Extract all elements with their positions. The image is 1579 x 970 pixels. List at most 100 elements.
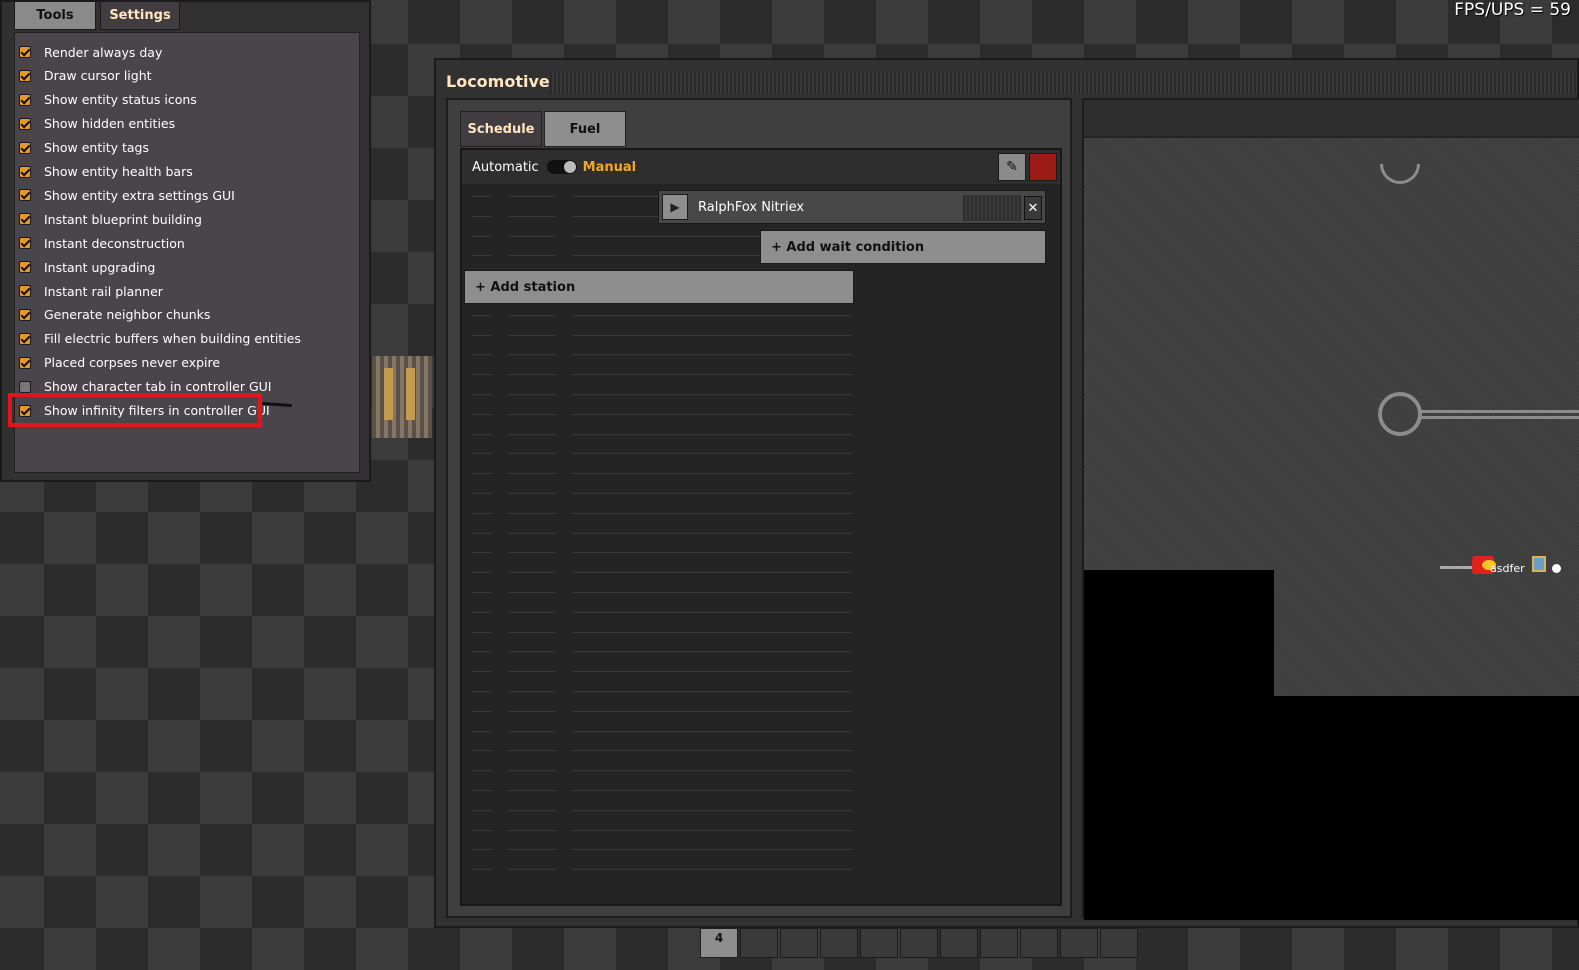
setting-label: Show entity extra settings GUI <box>44 187 235 203</box>
add-wait-condition-button[interactable]: + Add wait condition <box>760 230 1046 264</box>
setting-label: Instant blueprint building <box>44 211 202 227</box>
quickbar-slot[interactable] <box>1100 928 1138 958</box>
position-dot <box>1552 564 1561 573</box>
add-station-button[interactable]: + Add station <box>464 270 854 304</box>
empty-row-line <box>472 334 852 336</box>
uncharted-area <box>1274 696 1579 920</box>
quickbar-slot[interactable] <box>860 928 898 958</box>
setting-row[interactable]: Show entity health bars <box>19 162 193 182</box>
quickbar-page-number[interactable]: 4 <box>700 928 738 958</box>
schedule-frame: Schedule Fuel Automatic Manual ✎ ▶ Ralph… <box>446 98 1072 918</box>
setting-checkbox[interactable] <box>19 93 31 106</box>
tab-settings[interactable]: Settings <box>100 2 180 30</box>
quickbar-slot[interactable] <box>780 928 818 958</box>
station-row[interactable]: ▶ RalphFox Nitriex ✕ <box>658 190 1046 224</box>
empty-row-line <box>472 671 852 673</box>
quickbar-slot[interactable] <box>980 928 1018 958</box>
quickbar-slot[interactable] <box>1060 928 1098 958</box>
empty-row-line <box>472 413 852 415</box>
empty-row-line <box>472 691 852 692</box>
rail-curve <box>1380 164 1420 184</box>
train-name-label: asdfer <box>1490 562 1525 575</box>
setting-row[interactable]: Show hidden entities <box>19 114 175 134</box>
empty-row-line <box>472 532 852 534</box>
quickbar: 4 <box>700 928 1138 970</box>
setting-row[interactable]: Instant deconstruction <box>19 233 185 253</box>
setting-row[interactable]: Generate neighbor chunks <box>19 305 210 325</box>
setting-row[interactable]: Placed corpses never expire <box>19 353 220 373</box>
empty-row-line <box>472 710 852 712</box>
setting-checkbox[interactable] <box>19 69 31 82</box>
rail-track <box>1420 410 1579 419</box>
setting-checkbox[interactable] <box>19 308 31 321</box>
color-picker-button[interactable] <box>1029 153 1057 181</box>
setting-label: Show entity health bars <box>44 164 193 179</box>
setting-row[interactable]: Fill electric buffers when building enti… <box>19 329 301 349</box>
setting-row[interactable]: Show entity extra settings GUI <box>19 185 235 205</box>
go-to-station-button[interactable]: ▶ <box>662 194 688 220</box>
setting-checkbox[interactable] <box>19 285 31 297</box>
empty-row-line <box>472 473 852 475</box>
setting-checkbox[interactable] <box>19 380 31 393</box>
automatic-label: Automatic <box>472 159 539 175</box>
empty-row-line <box>472 453 852 455</box>
setting-row[interactable]: Show entity status icons <box>19 90 197 110</box>
empty-row-line <box>472 493 852 494</box>
empty-row-line <box>472 809 852 811</box>
mode-toggle-switch[interactable] <box>546 160 577 174</box>
rail-loop <box>1378 392 1422 436</box>
remove-station-button[interactable]: ✕ <box>1024 196 1042 220</box>
setting-checkbox[interactable] <box>19 237 31 250</box>
setting-label: Show character tab in controller GUI <box>44 379 272 395</box>
quickbar-slot[interactable] <box>900 928 938 958</box>
empty-row-line <box>472 314 852 316</box>
setting-checkbox[interactable] <box>19 213 31 226</box>
editor-tabs: Tools Settings <box>14 2 180 30</box>
eyedropper-button[interactable]: ✎ <box>998 153 1026 181</box>
setting-checkbox[interactable] <box>19 332 31 345</box>
empty-row-line <box>472 750 852 752</box>
empty-row-line <box>472 651 852 653</box>
window-title: Locomotive <box>446 72 550 91</box>
setting-label: Render always day <box>44 44 163 60</box>
uncharted-area <box>1084 570 1274 920</box>
setting-row[interactable]: Show entity tags <box>19 138 149 158</box>
empty-row-line <box>472 592 852 593</box>
setting-row[interactable]: Render always day <box>19 42 162 62</box>
tab-schedule[interactable]: Schedule <box>460 111 542 147</box>
locomotive-window: Locomotive Schedule Fuel Automatic Manua… <box>434 58 1579 928</box>
quickbar-slot[interactable] <box>820 928 858 958</box>
tab-tools[interactable]: Tools <box>14 2 96 30</box>
setting-row[interactable]: Instant upgrading <box>19 257 155 277</box>
manual-label: Manual <box>582 159 637 175</box>
empty-row-line <box>472 631 852 633</box>
setting-label: Placed corpses never expire <box>44 355 221 371</box>
station-progress-bar <box>963 195 1021 221</box>
setting-checkbox[interactable] <box>19 117 31 130</box>
rail-entity[interactable] <box>372 356 432 438</box>
empty-row-line <box>472 849 852 851</box>
setting-row[interactable]: Instant blueprint building <box>19 209 202 229</box>
title-drag-handle[interactable] <box>550 72 1577 94</box>
minimap-frame: asdfer <box>1082 98 1579 920</box>
setting-checkbox[interactable] <box>19 189 31 202</box>
setting-row[interactable]: Instant rail planner <box>19 281 163 301</box>
station-name: RalphFox Nitriex <box>698 199 805 215</box>
quickbar-slot[interactable] <box>940 928 978 958</box>
setting-checkbox[interactable] <box>19 141 31 154</box>
eyedropper-icon: ✎ <box>1006 159 1018 175</box>
empty-row-line <box>472 394 852 395</box>
empty-row-line <box>472 354 852 356</box>
empty-row-line <box>472 790 852 791</box>
tab-fuel[interactable]: Fuel <box>544 111 626 147</box>
setting-checkbox[interactable] <box>19 261 31 274</box>
quickbar-slot[interactable] <box>1020 928 1058 958</box>
minimap-header <box>1084 100 1579 136</box>
setting-checkbox[interactable] <box>19 356 31 369</box>
empty-row-line <box>472 611 852 613</box>
setting-checkbox[interactable] <box>19 46 31 58</box>
setting-checkbox[interactable] <box>19 165 31 178</box>
quickbar-slot[interactable] <box>740 928 778 958</box>
setting-row[interactable]: Draw cursor light <box>19 66 152 86</box>
empty-row-line <box>472 572 852 574</box>
